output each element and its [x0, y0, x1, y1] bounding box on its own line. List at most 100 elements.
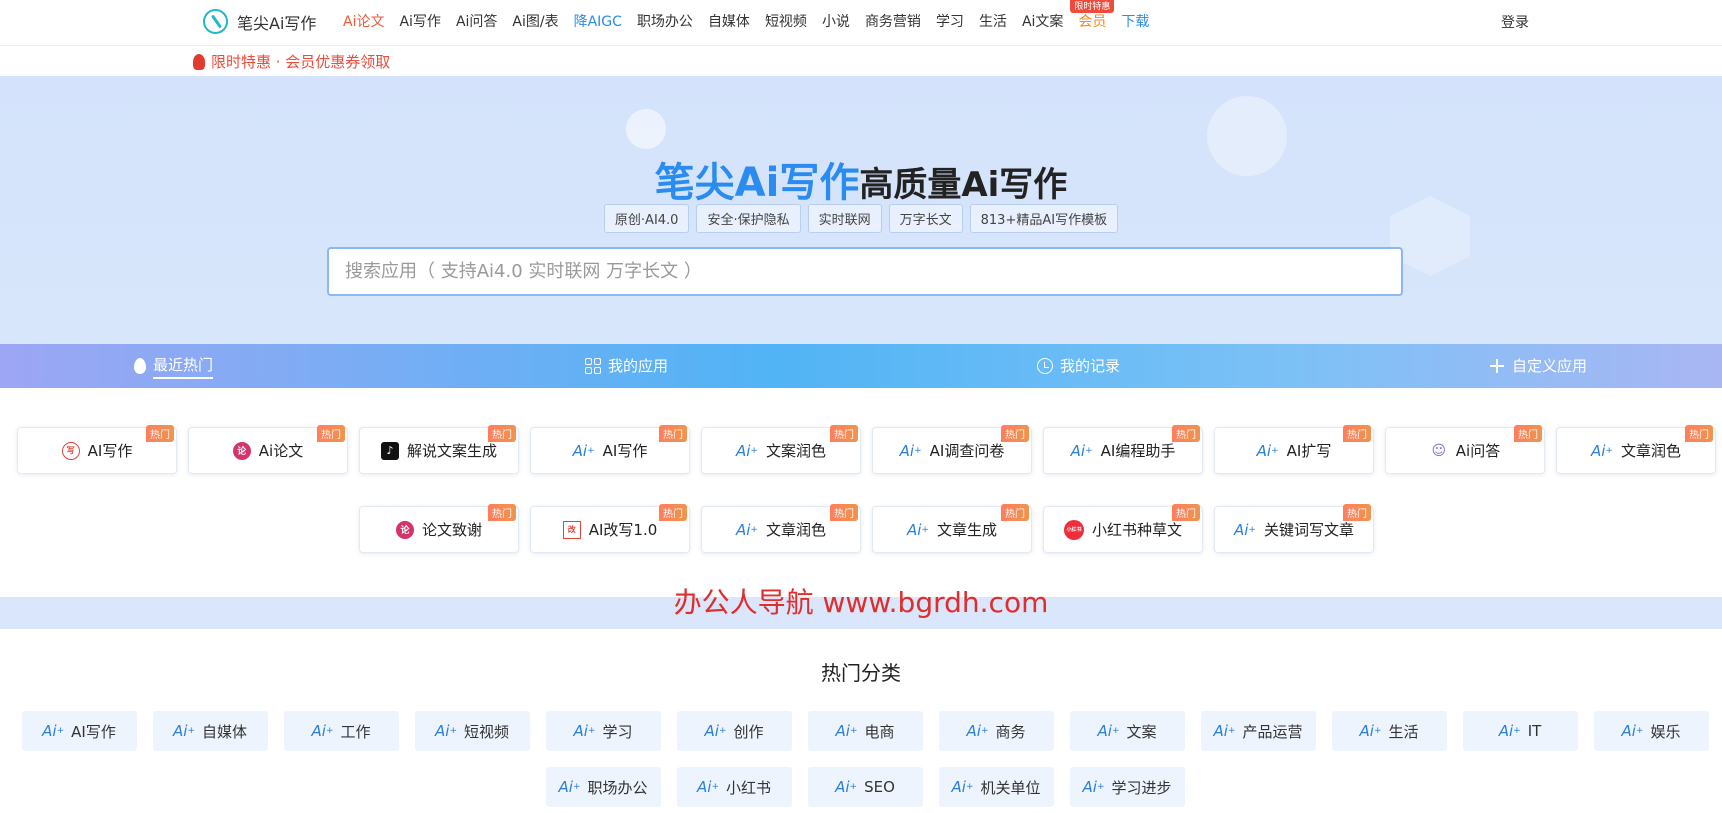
nav-item[interactable]: 小说: [822, 11, 850, 31]
nav-item[interactable]: Ai图/表: [512, 11, 558, 31]
hot-badge: 热门: [1343, 425, 1371, 442]
app-card[interactable]: Ai + 文章润色 热门: [701, 504, 861, 553]
hot-badge: 热门: [1343, 504, 1371, 521]
app-card-label: AI写作: [87, 442, 133, 460]
hot-badge: 热门: [1514, 425, 1542, 442]
nav-item[interactable]: 降AIGC: [574, 11, 622, 31]
rewrite-icon: 改: [562, 520, 581, 539]
tab-recent-hot[interactable]: 最近热门: [134, 344, 214, 388]
hot-badge: 热门: [830, 425, 858, 442]
paper-icon: 论: [232, 441, 251, 460]
category-chip[interactable]: Ai + 小红书: [677, 767, 792, 807]
tab-custom-app[interactable]: 自定义应用: [1489, 344, 1587, 388]
category-chip[interactable]: Ai + 电商: [808, 711, 923, 751]
ai-icon: Ai +: [1213, 722, 1236, 740]
nav-item[interactable]: 下载: [1121, 11, 1149, 31]
hot-badge: 热门: [1001, 425, 1029, 442]
app-card[interactable]: 论 Ai论文 热门: [188, 425, 348, 474]
category-chip[interactable]: Ai + 生活: [1332, 711, 1447, 751]
app-card[interactable]: Ai + 文案润色 热门: [701, 425, 861, 474]
nav-item[interactable]: 生活: [979, 11, 1007, 31]
nav-item[interactable]: 会员 限时特惠: [1070, 0, 1115, 31]
tab-my-apps[interactable]: 我的应用: [585, 344, 668, 388]
ai-icon: Ai +: [1097, 722, 1120, 740]
app-card[interactable]: Ai + 文章生成 热门: [872, 504, 1032, 553]
app-card-label: 文章润色: [1620, 442, 1681, 460]
nav-item[interactable]: Ai问答: [456, 11, 497, 31]
tab-my-records[interactable]: 我的记录: [1037, 344, 1120, 388]
category-chip[interactable]: Ai + 产品运营: [1201, 711, 1316, 751]
app-card-label: 解说文案生成: [406, 442, 497, 460]
ai-icon: Ai +: [735, 520, 758, 539]
category-chip[interactable]: Ai + 自媒体: [153, 711, 268, 751]
tiktok-icon: ♪: [380, 441, 399, 460]
hot-badge: 热门: [146, 425, 174, 442]
ai-icon: Ai +: [1070, 441, 1093, 460]
ai-icon: Ai +: [173, 722, 195, 740]
category-chip[interactable]: Ai + 学习: [546, 711, 661, 751]
app-card[interactable]: ♪ 解说文案生成 热门: [359, 425, 519, 474]
nav-item[interactable]: 商务营销: [865, 11, 921, 31]
app-card[interactable]: Ai + AI写作 热门: [530, 425, 690, 474]
nav-item-label: 小说: [821, 14, 850, 30]
app-card[interactable]: 小红书 小红书种草文 热门: [1043, 504, 1203, 553]
category-chip[interactable]: Ai + 商务: [939, 711, 1054, 751]
category-chip[interactable]: Ai + 工作: [284, 711, 399, 751]
app-card[interactable]: 改 AI改写1.0 热门: [530, 504, 690, 553]
app-card[interactable]: ☺ Ai问答 热门: [1385, 425, 1545, 474]
category-chip[interactable]: Ai + 学习进步: [1070, 767, 1185, 807]
category-chip[interactable]: Ai + SEO: [808, 767, 923, 807]
nav-item-label: 下载: [1121, 14, 1150, 30]
app-card-label: 文章润色: [765, 521, 826, 539]
app-card[interactable]: 写 AI写作 热门: [17, 425, 177, 474]
category-chip[interactable]: Ai + 机关单位: [939, 767, 1054, 807]
app-card-label: AI扩写: [1286, 442, 1332, 460]
category-chip[interactable]: Ai + 娱乐: [1594, 711, 1709, 751]
app-card-label: 文案润色: [765, 442, 826, 460]
category-label: 创作: [733, 722, 764, 741]
app-card[interactable]: Ai + 关键词写文章 热门: [1214, 504, 1374, 553]
promo-badge: 限时特惠: [1070, 0, 1115, 13]
category-label: 产品运营: [1242, 722, 1303, 741]
nav-item[interactable]: 职场办公: [637, 11, 693, 31]
ai-icon: Ai +: [899, 441, 922, 460]
nav-item[interactable]: 短视频: [765, 11, 807, 31]
hot-badge: 热门: [1685, 425, 1713, 442]
category-chip[interactable]: Ai + 职场办公: [546, 767, 661, 807]
nav-item[interactable]: 学习: [936, 11, 964, 31]
promo-link[interactable]: 限时特惠 · 会员优惠券领取: [193, 51, 390, 72]
app-card[interactable]: Ai + AI编程助手 热门: [1043, 425, 1203, 474]
nav-item[interactable]: Ai论文: [343, 11, 384, 31]
nav-item[interactable]: Ai写作: [399, 11, 440, 31]
ai-icon: Ai +: [558, 778, 581, 796]
app-card[interactable]: Ai + AI调查问卷 热门: [872, 425, 1032, 474]
nav-item[interactable]: 自媒体: [708, 11, 750, 31]
nav-item[interactable]: Ai文案: [1022, 11, 1063, 31]
ai-icon: Ai +: [435, 722, 457, 740]
category-label: 小红书: [725, 778, 771, 797]
grid-icon: [585, 358, 601, 374]
tab-bar: 最近热门 我的应用 我的记录 自定义应用: [0, 344, 1722, 388]
login-link[interactable]: 登录: [1501, 12, 1529, 32]
app-card[interactable]: Ai + AI扩写 热门: [1214, 425, 1374, 474]
app-card-label: AI写作: [602, 442, 648, 460]
app-card-label: 小红书种草文: [1091, 521, 1182, 539]
category-chip[interactable]: Ai + 创作: [677, 711, 792, 751]
logo[interactable]: 笔尖Ai写作: [203, 9, 316, 34]
category-chip[interactable]: Ai + 文案: [1070, 711, 1185, 751]
category-label: 职场办公: [587, 778, 648, 797]
category-chip[interactable]: Ai + 短视频: [415, 711, 530, 751]
app-card-label: AI调查问卷: [929, 442, 1005, 460]
ai-icon: Ai +: [311, 722, 334, 740]
top-navbar: 笔尖Ai写作 Ai论文 Ai写作 Ai问答 Ai图/表 降AIGC 职场办公 自媒体 短视频小…: [0, 0, 1722, 46]
feature-tag: 安全·保护隐私: [696, 204, 801, 233]
category-chip[interactable]: Ai + IT: [1463, 711, 1578, 751]
nav-item-label: Ai图/表: [512, 14, 559, 30]
app-card[interactable]: 论论文致谢 热门: [359, 504, 519, 553]
search-input[interactable]: [327, 247, 1403, 296]
app-card[interactable]: Ai + 文章润色 热门: [1556, 425, 1716, 474]
category-chip[interactable]: Ai + AI写作: [22, 711, 137, 751]
pen-logo-icon: [203, 9, 228, 34]
app-card-label: AI改写1.0: [588, 521, 658, 539]
hot-badge: 热门: [488, 425, 516, 442]
